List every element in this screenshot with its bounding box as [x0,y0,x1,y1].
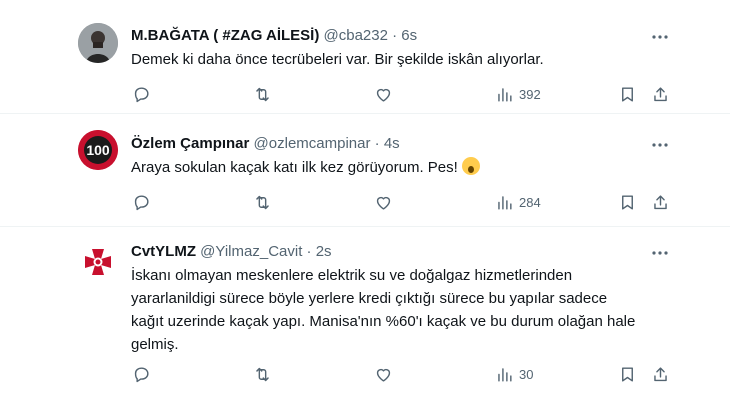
retweet-button[interactable] [253,364,272,384]
share-icon [654,366,667,381]
views-icon [498,87,512,102]
username[interactable]: @Yilmaz_Cavit [200,243,302,260]
tweet-text-line: İskanı olmayan meskenlere elektrik su ve… [131,267,573,284]
like-button[interactable] [374,84,393,104]
more-icon[interactable] [650,136,670,154]
heart-icon [376,368,391,382]
more-icon[interactable] [650,28,670,46]
avatar-emblem [78,244,118,284]
bookmark-icon [622,86,633,102]
username[interactable]: @ozlemcampinar [254,135,371,152]
tweet-text-line: yararlanildigi sürece böyle yerlere kred… [131,290,608,307]
views-icon [498,367,512,382]
retweet-button[interactable] [253,84,272,104]
like-button[interactable] [374,364,393,384]
tweet-text: Araya sokulan kaçak katı ilk kez görüyor… [131,157,691,179]
tweet-3[interactable]: CvtYLMZ @Yilmaz_Cavit · 2s İskanı olmaya… [0,227,730,420]
more-icon[interactable] [650,244,670,262]
avatar[interactable]: 100 [78,130,118,170]
bookmark-button[interactable] [618,364,637,384]
bookmark-button[interactable] [618,84,637,104]
separator: · [374,135,380,152]
display-name[interactable]: Özlem Çampınar [131,135,249,152]
share-button[interactable] [651,364,670,384]
reply-button[interactable] [132,192,151,212]
display-name[interactable]: CvtYLMZ [131,243,196,260]
avatar[interactable] [78,244,118,284]
separator: · [306,243,312,260]
retweet-icon [256,195,269,209]
bookmark-button[interactable] [618,192,637,212]
retweet-icon [256,367,269,381]
separator: · [392,27,398,44]
timestamp[interactable]: 6s [401,27,417,44]
like-button[interactable] [374,192,393,212]
tweet-text: Demek ki daha önce tecrübeleri var. Bir … [131,51,544,68]
views-button[interactable]: 284 [495,192,541,212]
avatar-logo: 100 [78,130,118,170]
tweet-text-line: kağıt uzerinde kaçak yapı. Manisa'nın %6… [131,313,636,330]
tweet-1[interactable]: M.BAĞATA ( #ZAG AİLESİ) @cba232 · 6s Dem… [0,0,730,112]
retweet-icon [256,87,269,101]
tweet-text: İskanı olmayan meskenlere elektrik su ve… [131,264,691,356]
reply-button[interactable] [132,364,151,384]
share-icon [654,86,667,101]
tweet-text-line: gelmiş. [131,336,179,353]
view-count: 284 [519,194,541,210]
reply-icon [134,194,149,210]
view-count: 392 [519,86,541,102]
share-icon [654,194,667,209]
username[interactable]: @cba232 [324,27,388,44]
bookmark-icon [622,194,633,210]
timestamp[interactable]: 2s [316,243,332,260]
views-button[interactable]: 392 [495,84,541,104]
action-bar: 284 [0,192,730,212]
heart-icon [376,196,391,210]
avatar[interactable] [78,23,118,63]
svg-text:100: 100 [86,142,110,158]
share-button[interactable] [651,192,670,212]
scream-emoji-icon [461,157,480,175]
tweet-2[interactable]: 100 Özlem Çampınar @ozlemcampinar · 4s A… [0,114,730,226]
view-count: 30 [519,366,534,382]
reply-icon [134,366,149,382]
views-icon [498,195,512,210]
tweet-text-content: Araya sokulan kaçak katı ilk kez görüyor… [131,159,458,176]
reply-icon [134,86,149,102]
avatar-photo [78,23,118,63]
bookmark-icon [622,366,633,382]
retweet-button[interactable] [253,192,272,212]
timestamp[interactable]: 4s [384,135,400,152]
tweet-header: CvtYLMZ @Yilmaz_Cavit · 2s [131,243,332,261]
reply-button[interactable] [132,84,151,104]
action-bar: 392 [0,84,730,104]
share-button[interactable] [651,84,670,104]
tweet-header: M.BAĞATA ( #ZAG AİLESİ) @cba232 · 6s [131,27,417,45]
heart-icon [376,88,391,102]
views-button[interactable]: 30 [495,364,533,384]
tweet-header: Özlem Çampınar @ozlemcampinar · 4s [131,135,400,153]
display-name[interactable]: M.BAĞATA ( #ZAG AİLESİ) [131,27,319,44]
action-bar: 30 [0,364,730,384]
